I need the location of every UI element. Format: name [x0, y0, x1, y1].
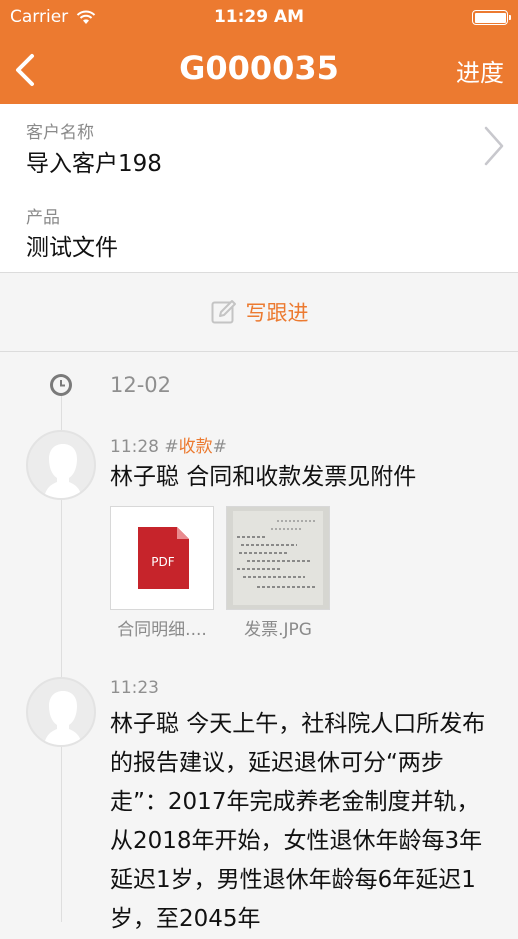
attachment-image[interactable]	[226, 506, 330, 610]
write-follow-up-label: 写跟进	[245, 301, 309, 325]
entry-time: 11:28 #收款#	[110, 432, 227, 457]
receipt-thumbnail	[227, 507, 329, 609]
status-time: 11:29 AM	[213, 7, 305, 27]
clock-icon	[50, 374, 72, 396]
page-title: G000035	[179, 49, 339, 87]
entry-tag[interactable]: 收款	[179, 437, 213, 457]
entry-text: 林子聪 合同和收款发票见附件	[110, 464, 417, 490]
avatar[interactable]	[26, 677, 96, 747]
attachment-name: 合同明细....	[117, 620, 207, 640]
entry-time: 11:23	[110, 678, 159, 698]
tag-prefix: #	[164, 437, 179, 457]
attachment-name: 发票.JPG	[244, 620, 312, 640]
user-silhouette-icon	[44, 444, 82, 498]
tag-suffix: #	[212, 437, 227, 457]
customer-info-card[interactable]: 客户名称 导入客户198 产品 测试文件	[0, 104, 518, 272]
timeline: 12-02 11:28 #收款# 林子聪 合同和收款发票见附件 PDF 合同明细…	[0, 352, 518, 932]
pdf-badge: PDF	[151, 555, 175, 569]
navigation-bar: G000035 进度	[0, 36, 518, 104]
attachment-pdf[interactable]: PDF	[110, 506, 214, 610]
entry-time-value: 11:28	[110, 437, 159, 457]
timeline-date: 12-02	[110, 373, 172, 397]
entry-text: 林子聪 今天上午，社科院人口所发布的报告建议，延迟退休可分“两步走”：2017年…	[110, 711, 486, 932]
write-follow-up-bar: 写跟进	[0, 273, 518, 351]
edit-icon	[211, 300, 236, 324]
user-silhouette-icon	[44, 691, 82, 745]
avatar[interactable]	[26, 430, 96, 500]
write-follow-up-button[interactable]: 写跟进	[0, 297, 518, 327]
customer-name-value: 导入客户198	[26, 151, 162, 177]
progress-button[interactable]: 进度	[456, 53, 504, 88]
status-bar: Carrier 11:29 AM	[0, 0, 518, 36]
battery-icon	[472, 10, 511, 25]
product-label: 产品	[26, 208, 60, 228]
product-value: 测试文件	[26, 235, 118, 261]
customer-name-label: 客户名称	[26, 123, 94, 143]
chevron-right-icon	[484, 126, 504, 166]
